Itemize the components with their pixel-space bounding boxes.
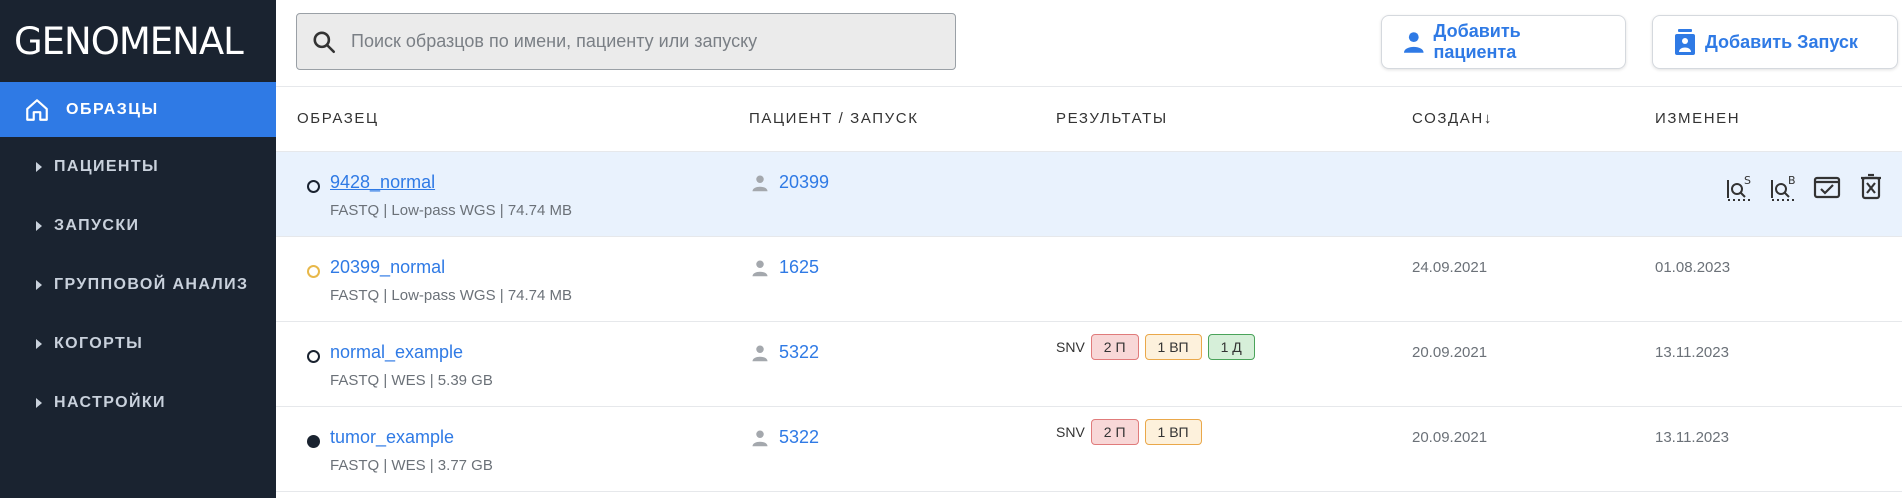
add-patient-label: Добавить пациента bbox=[1433, 21, 1521, 62]
results-cell: SNV 2 П 1 ВП bbox=[1056, 419, 1208, 445]
id-b-icon[interactable]: B bbox=[1768, 172, 1798, 202]
created-date: 24.09.2021 bbox=[1412, 259, 1488, 276]
sidebar-item-label: ОБРАЗЦЫ bbox=[66, 100, 159, 118]
verify-icon[interactable] bbox=[1812, 172, 1842, 202]
sample-name-link[interactable]: 9428_normal bbox=[330, 172, 435, 193]
person-icon bbox=[1403, 32, 1424, 53]
modified-date: 13.11.2023 bbox=[1655, 429, 1729, 446]
sample-name-link[interactable]: 20399_normal bbox=[330, 257, 445, 278]
result-badge-pathogenic[interactable]: 2 П bbox=[1090, 419, 1139, 445]
patient-link[interactable]: 20399 bbox=[779, 172, 829, 193]
sample-meta: FASTQ | Low-pass WGS | 74.74 MB bbox=[330, 202, 573, 219]
result-badge-pathogenic[interactable]: 2 П bbox=[1090, 334, 1139, 360]
created-header-label: СОЗДАН bbox=[1412, 110, 1484, 127]
main-content: Добавить пациента Добавить Запуск ОБРАЗЕ… bbox=[276, 0, 1902, 498]
row-actions: S B bbox=[1724, 172, 1886, 202]
sidebar-item-patients[interactable]: ПАЦИЕНТЫ bbox=[0, 137, 276, 196]
result-badge-likely-pathogenic[interactable]: 1 ВП bbox=[1144, 334, 1202, 360]
sidebar-item-label: ЗАПУСКИ bbox=[54, 216, 140, 234]
sample-meta: FASTQ | Low-pass WGS | 74.74 MB bbox=[330, 287, 573, 304]
add-patient-button[interactable]: Добавить пациента bbox=[1381, 15, 1626, 69]
patient-cell: 5322 bbox=[751, 427, 819, 448]
sidebar-item-samples[interactable]: ОБРАЗЦЫ bbox=[0, 82, 276, 137]
caret-right-icon bbox=[36, 220, 42, 231]
person-icon bbox=[752, 430, 768, 446]
sample-meta: FASTQ | WES | 5.39 GB bbox=[330, 372, 493, 389]
table-header: ОБРАЗЕЦ ПАЦИЕНТ / ЗАПУСК РЕЗУЛЬТАТЫ СОЗД… bbox=[276, 87, 1902, 152]
results-cell: SNV 2 П 1 ВП 1 Д bbox=[1056, 334, 1261, 360]
sidebar-item-label: НАСТРОЙКИ bbox=[54, 393, 166, 411]
caret-right-icon bbox=[36, 397, 42, 408]
svg-text:S: S bbox=[1744, 174, 1751, 187]
home-icon bbox=[26, 98, 48, 121]
sidebar-item-runs[interactable]: ЗАПУСКИ bbox=[0, 196, 276, 255]
column-header-results[interactable]: РЕЗУЛЬТАТЫ bbox=[1056, 110, 1168, 127]
add-run-label: Добавить Запуск bbox=[1705, 31, 1858, 52]
patient-link[interactable]: 5322 bbox=[779, 342, 819, 363]
sidebar-item-cohorts[interactable]: КОГОРТЫ bbox=[0, 314, 276, 373]
patient-link[interactable]: 5322 bbox=[779, 427, 819, 448]
column-header-modified[interactable]: ИЗМЕНЕН bbox=[1655, 110, 1740, 127]
modified-date: 01.08.2023 bbox=[1655, 259, 1731, 276]
person-icon bbox=[752, 175, 768, 191]
person-icon bbox=[752, 260, 768, 276]
patient-link[interactable]: 1625 bbox=[779, 257, 819, 278]
created-date: 20.09.2021 bbox=[1412, 344, 1488, 361]
sidebar: GENOMENAL ОБРАЗЦЫ ПАЦИЕНТЫ ЗАПУСКИ ГРУПП… bbox=[0, 0, 276, 498]
sidebar-item-label: ГРУППОВОЙ АНАЛИЗ bbox=[54, 275, 249, 293]
result-badge-likely-pathogenic[interactable]: 1 ВП bbox=[1144, 419, 1202, 445]
status-dot bbox=[307, 265, 320, 278]
run-icon bbox=[1675, 29, 1695, 55]
table-row[interactable]: 9428_normal FASTQ | Low-pass WGS | 74.74… bbox=[276, 152, 1902, 237]
id-s-icon[interactable]: S bbox=[1724, 172, 1754, 202]
column-header-created[interactable]: СОЗДАН↓ bbox=[1412, 110, 1493, 127]
sample-name-link[interactable]: tumor_example bbox=[330, 427, 454, 448]
app-logo[interactable]: GENOMENAL bbox=[0, 0, 276, 82]
search-icon bbox=[313, 30, 336, 53]
result-badge-benign[interactable]: 1 Д bbox=[1207, 334, 1255, 360]
caret-right-icon bbox=[36, 338, 42, 349]
patient-cell: 5322 bbox=[751, 342, 819, 363]
search-box[interactable] bbox=[296, 13, 956, 70]
svg-text:B: B bbox=[1788, 174, 1796, 187]
variant-type-label: SNV bbox=[1056, 424, 1085, 440]
search-input[interactable] bbox=[351, 31, 931, 52]
sidebar-item-settings[interactable]: НАСТРОЙКИ bbox=[0, 373, 276, 432]
sample-meta: FASTQ | WES | 3.77 GB bbox=[330, 457, 493, 474]
top-bar: Добавить пациента Добавить Запуск bbox=[276, 0, 1902, 87]
modified-date: 13.11.2023 bbox=[1655, 344, 1729, 361]
status-dot bbox=[307, 350, 320, 363]
table-row[interactable]: 20399_normal FASTQ | Low-pass WGS | 74.7… bbox=[276, 237, 1902, 322]
sidebar-item-group-analysis[interactable]: ГРУППОВОЙ АНАЛИЗ bbox=[0, 255, 276, 314]
status-dot bbox=[307, 435, 320, 448]
sample-name-link[interactable]: normal_example bbox=[330, 342, 463, 363]
column-header-patient-run[interactable]: ПАЦИЕНТ / ЗАПУСК bbox=[749, 110, 919, 127]
sort-desc-icon: ↓ bbox=[1483, 110, 1493, 127]
caret-right-icon bbox=[36, 161, 42, 172]
patient-cell: 1625 bbox=[751, 257, 819, 278]
add-run-button[interactable]: Добавить Запуск bbox=[1652, 15, 1898, 69]
table-row[interactable]: normal_example FASTQ | WES | 5.39 GB 532… bbox=[276, 322, 1902, 407]
sidebar-item-label: ПАЦИЕНТЫ bbox=[54, 157, 160, 175]
status-dot bbox=[307, 180, 320, 193]
sidebar-item-label: КОГОРТЫ bbox=[54, 334, 144, 352]
variant-type-label: SNV bbox=[1056, 339, 1085, 355]
delete-icon[interactable] bbox=[1856, 172, 1886, 202]
column-header-sample[interactable]: ОБРАЗЕЦ bbox=[297, 110, 379, 127]
caret-right-icon bbox=[36, 279, 42, 290]
created-date: 20.09.2021 bbox=[1412, 429, 1488, 446]
patient-cell: 20399 bbox=[751, 172, 829, 193]
table-row[interactable]: tumor_example FASTQ | WES | 3.77 GB 5322… bbox=[276, 407, 1902, 492]
person-icon bbox=[752, 345, 768, 361]
